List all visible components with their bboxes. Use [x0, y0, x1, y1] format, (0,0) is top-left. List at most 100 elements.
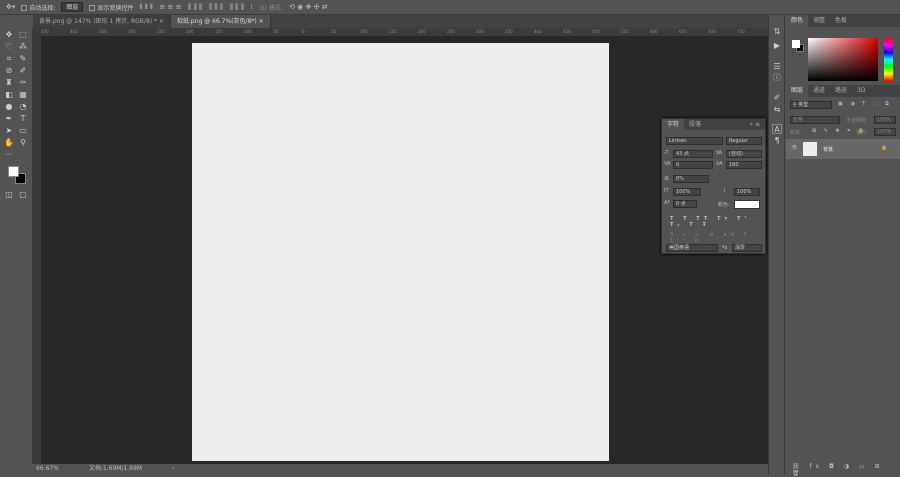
tab-character[interactable]: 字符	[662, 119, 685, 130]
layer-filter-icons[interactable]: ▣ ◑ T ⬚ ⧉	[838, 101, 892, 107]
vertical-scale-field[interactable]: 100%	[673, 188, 701, 196]
tsume-field[interactable]: 0%	[673, 175, 709, 183]
show-transform-checkbox[interactable]: 显示变换控件	[89, 3, 133, 12]
healing-icon[interactable]: ⊘	[4, 66, 14, 76]
eraser-icon[interactable]: ◧	[4, 90, 14, 100]
right-panels: 颜色 调整 色板 图层 通道 路径 3D ⚲ 类型 ▣ ◑ T ⬚ ⧉ 正常 不…	[786, 15, 900, 477]
text-color-swatch[interactable]	[734, 200, 760, 209]
path-select-icon[interactable]: ➤	[4, 126, 14, 136]
tab-adjustments[interactable]: 调整	[808, 15, 830, 27]
paragraph-icon[interactable]: ¶	[772, 136, 782, 146]
adjust-icon[interactable]: ⇆	[772, 105, 782, 115]
ruler-tick-label: 500	[592, 29, 600, 34]
marquee-tool-icon[interactable]: ⬚	[18, 30, 28, 40]
3d-icons[interactable]: ⟲ ◉ ✥ ✣ ⇄	[289, 3, 327, 11]
layers-bottom-buttons[interactable]: ⛓ fx ◘ ◑ ▭ ⊞ 🗑	[792, 463, 900, 477]
move-tool-icon[interactable]: ✥	[4, 30, 14, 40]
tab-paragraph[interactable]: 段落	[684, 119, 706, 130]
crop-tool-icon[interactable]: ⌗	[4, 54, 14, 64]
zoom-icon[interactable]: ⚲	[18, 138, 28, 148]
tab-layers[interactable]: 图层	[786, 85, 809, 97]
character-icon[interactable]: A	[772, 124, 782, 134]
ruler-tick-label: 300	[476, 29, 484, 34]
pen-icon[interactable]: ✒	[4, 114, 14, 124]
stamp-icon[interactable]: ♜	[4, 78, 14, 88]
tab-document-2[interactable]: 软纸.png @ 66.7%(灰色/8*) ×	[170, 15, 271, 28]
panel-menu-icon[interactable]: » ≡	[744, 119, 765, 130]
language-select[interactable]: 美国英语	[666, 244, 718, 252]
ruler-tick-label: 550	[621, 29, 629, 34]
font-size-field[interactable]: 43 点	[673, 150, 713, 158]
foreground-color-swatch[interactable]	[8, 166, 19, 177]
kerning-field[interactable]: 0	[673, 161, 713, 169]
ruler-tick-label: 400	[534, 29, 542, 34]
layer-name: 背景	[823, 147, 834, 153]
text-style-buttons[interactable]: T T TT Tт T¹ T₁ T Ŧ	[670, 216, 765, 228]
color-picker-field[interactable]	[808, 38, 878, 81]
ruler-tick-label: 0	[302, 29, 305, 34]
tab-channels[interactable]: 通道	[808, 85, 830, 97]
foreground-color-swatch[interactable]	[792, 40, 800, 48]
ruler-tick-label: 350	[505, 29, 513, 34]
toolbar: ✥ ⬚ ➰ ⁂ ⌗ ✎ ⊘ ✐ ♜ ✑ ◧ ▦ ● ◔ ✒ T ➤ ▭ ✋ ⚲ …	[0, 28, 33, 464]
document-canvas[interactable]	[192, 43, 609, 461]
font-style-select[interactable]: Regular	[726, 137, 762, 145]
quick-mask-icon[interactable]: ◫	[4, 190, 14, 200]
more-icon[interactable]: ···	[4, 150, 14, 160]
ruler-tick-label: 100	[244, 29, 252, 34]
font-family-select[interactable]: Lintsec	[666, 137, 723, 145]
anti-alias-select[interactable]: 浑厚	[732, 244, 762, 252]
fill-field[interactable]: 100%	[874, 128, 896, 136]
rectangle-icon[interactable]: ▭	[18, 126, 28, 136]
status-arrow-icon[interactable]: ›	[172, 464, 174, 474]
magic-wand-icon[interactable]: ⁂	[18, 42, 28, 52]
brush-settings-icon[interactable]: ✐	[772, 93, 782, 103]
ruler-tick-label: 450	[563, 29, 571, 34]
screen-mode-icon[interactable]: ▢	[18, 190, 28, 200]
auto-select-checkbox[interactable]: 自动选择:	[21, 3, 55, 12]
show-transform-label: 显示变换控件	[97, 4, 134, 12]
leading-field[interactable]: (自动)	[726, 150, 762, 158]
tsume-icon: あ	[664, 176, 670, 182]
baseline-field[interactable]: 0 点	[673, 200, 697, 208]
close-icon[interactable]: ×	[259, 18, 264, 25]
layer-row[interactable]: 👁 背景 🔒	[786, 139, 900, 159]
eyedropper-icon[interactable]: ✎	[18, 54, 28, 64]
move-tool-icon[interactable]: ✥▾	[6, 3, 15, 11]
opacity-field[interactable]: 100%	[874, 116, 896, 124]
ruler-tick-label: 750	[737, 29, 745, 34]
tab-3d[interactable]: 3D	[852, 85, 870, 97]
lasso-tool-icon[interactable]: ➰	[4, 42, 14, 52]
visibility-eye-icon[interactable]: 👁	[791, 145, 797, 151]
close-icon[interactable]: ×	[159, 18, 164, 25]
tab-document-1[interactable]: 背景.png @ 147% (矩形 1 拷贝, RGB/8) * ×	[33, 15, 171, 28]
properties-icon[interactable]: ☰	[772, 62, 782, 72]
actions-play-icon[interactable]: ▶	[772, 41, 782, 51]
brush-icon[interactable]: ✐	[18, 66, 28, 76]
dodge-icon[interactable]: ◔	[18, 102, 28, 112]
ruler-tick-label: 50	[331, 29, 337, 34]
tab-paths[interactable]: 路径	[830, 85, 852, 97]
history-brush-icon[interactable]: ✑	[18, 78, 28, 88]
opentype-buttons[interactable]: ﬁ ℴ 𝒜 ａ ad T 1ˢᵗ ½	[670, 231, 765, 244]
ruler-tick-label: 650	[679, 29, 687, 34]
tab-swatches[interactable]: 色板	[830, 15, 852, 27]
history-icon[interactable]: ⇅	[772, 27, 782, 37]
blend-mode-select[interactable]: 正常	[790, 116, 840, 124]
type-tool-icon[interactable]: T	[18, 114, 28, 124]
hue-slider[interactable]	[884, 38, 893, 81]
tracking-field[interactable]: 180	[726, 161, 762, 169]
gradient-icon[interactable]: ▦	[18, 90, 28, 100]
zoom-level[interactable]: 66.67%	[36, 464, 59, 474]
horizontal-scale-field[interactable]: 100%	[734, 188, 760, 196]
ruler-tick-label: 250	[447, 29, 455, 34]
document-size: 文档:1.69M/1.69M	[88, 465, 143, 472]
tab-color[interactable]: 颜色	[786, 15, 809, 27]
align-icons[interactable]: ⫴ ⫴ ⫴ ≡ ≡ ≡ ⫼ ⫼ ⫼ ⫼ ⫼ ⫼ ⫼ ⫼ ⫼ ⁞	[139, 3, 252, 12]
auto-select-dropdown[interactable]: 图层	[61, 2, 84, 12]
vertical-ruler	[33, 36, 41, 464]
info-icon[interactable]: ⓘ	[772, 73, 782, 83]
blur-icon[interactable]: ●	[4, 102, 14, 112]
layer-kind-filter[interactable]: ⚲ 类型	[790, 101, 832, 109]
hand-icon[interactable]: ✋	[4, 138, 14, 148]
